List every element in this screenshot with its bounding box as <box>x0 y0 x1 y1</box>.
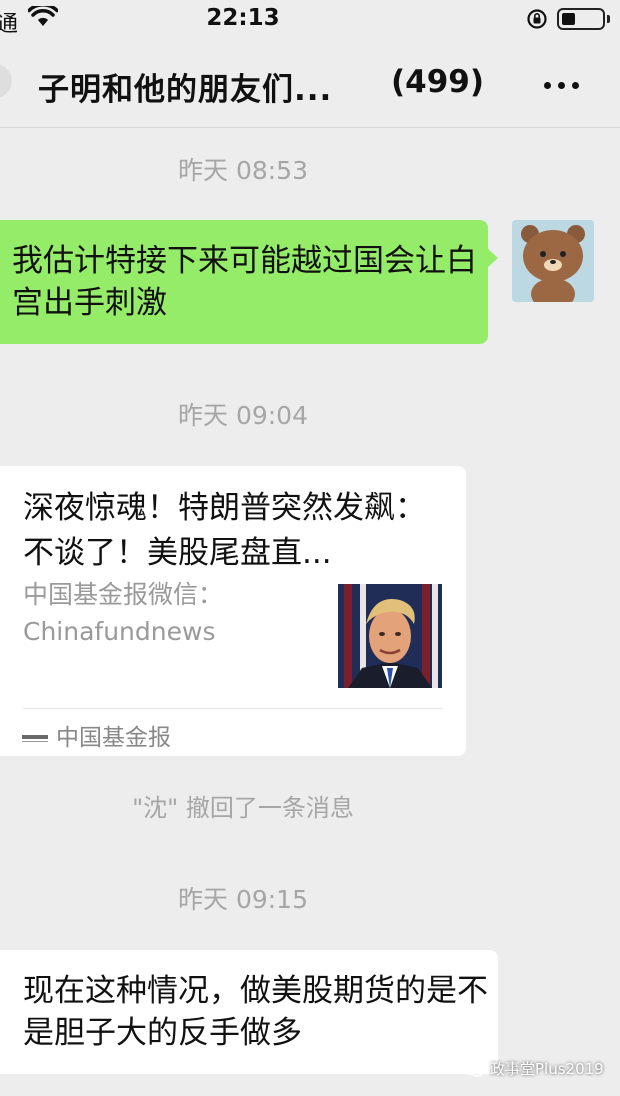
battery-tip <box>607 15 610 23</box>
message-timestamp: 昨天 08:53 <box>178 156 308 185</box>
status-time: 22:13 <box>206 5 280 31</box>
message-timestamp: 昨天 09:15 <box>178 885 308 914</box>
member-count: (499) <box>391 64 485 100</box>
more-options-button[interactable] <box>540 62 584 106</box>
portrait-thumbnail <box>338 584 442 688</box>
status-bar: 通 22:13 <box>0 0 620 42</box>
card-divider <box>23 708 443 709</box>
battery-icon <box>557 8 605 30</box>
message-text: 我估计特接下来可能越过国会让白宫出手刺激 <box>12 243 477 321</box>
chat-header: 子明和他的朋友们... (499) <box>0 42 620 128</box>
rotation-lock-icon <box>526 8 548 34</box>
article-description: 中国基金报微信：Chinafundnews <box>23 580 224 646</box>
source-logo-icon <box>22 728 48 742</box>
incoming-message-bubble[interactable]: 现在这种情况，做美股期货的是不是胆子大的反手做多 <box>0 950 498 1074</box>
wechat-logo-icon <box>462 1060 484 1077</box>
outgoing-message-bubble[interactable]: 我估计特接下来可能越过国会让白宫出手刺激 <box>0 220 498 344</box>
brown-bear-avatar[interactable] <box>512 220 594 302</box>
back-button[interactable] <box>0 64 12 98</box>
article-title: 深夜惊魂！特朗普突然发飙：不谈了！美股尾盘直... <box>23 490 426 571</box>
watermark-text: 政事堂Plus2019 <box>490 1060 604 1078</box>
message-timestamp: 昨天 09:04 <box>178 401 308 430</box>
message-text: 现在这种情况，做美股期货的是不是胆子大的反手做多 <box>23 973 488 1051</box>
recall-notice: "沈" 撤回了一条消息 <box>132 794 354 822</box>
article-source: 中国基金报 <box>56 725 171 751</box>
chat-title[interactable]: 子明和他的朋友们... <box>38 64 332 109</box>
more-dots-icon <box>544 82 551 89</box>
watermark: 政事堂Plus2019 <box>462 1058 604 1079</box>
shared-article-card[interactable]: 深夜惊魂！特朗普突然发飙：不谈了！美股尾盘直... 中国基金报微信：Chinaf… <box>0 466 466 756</box>
